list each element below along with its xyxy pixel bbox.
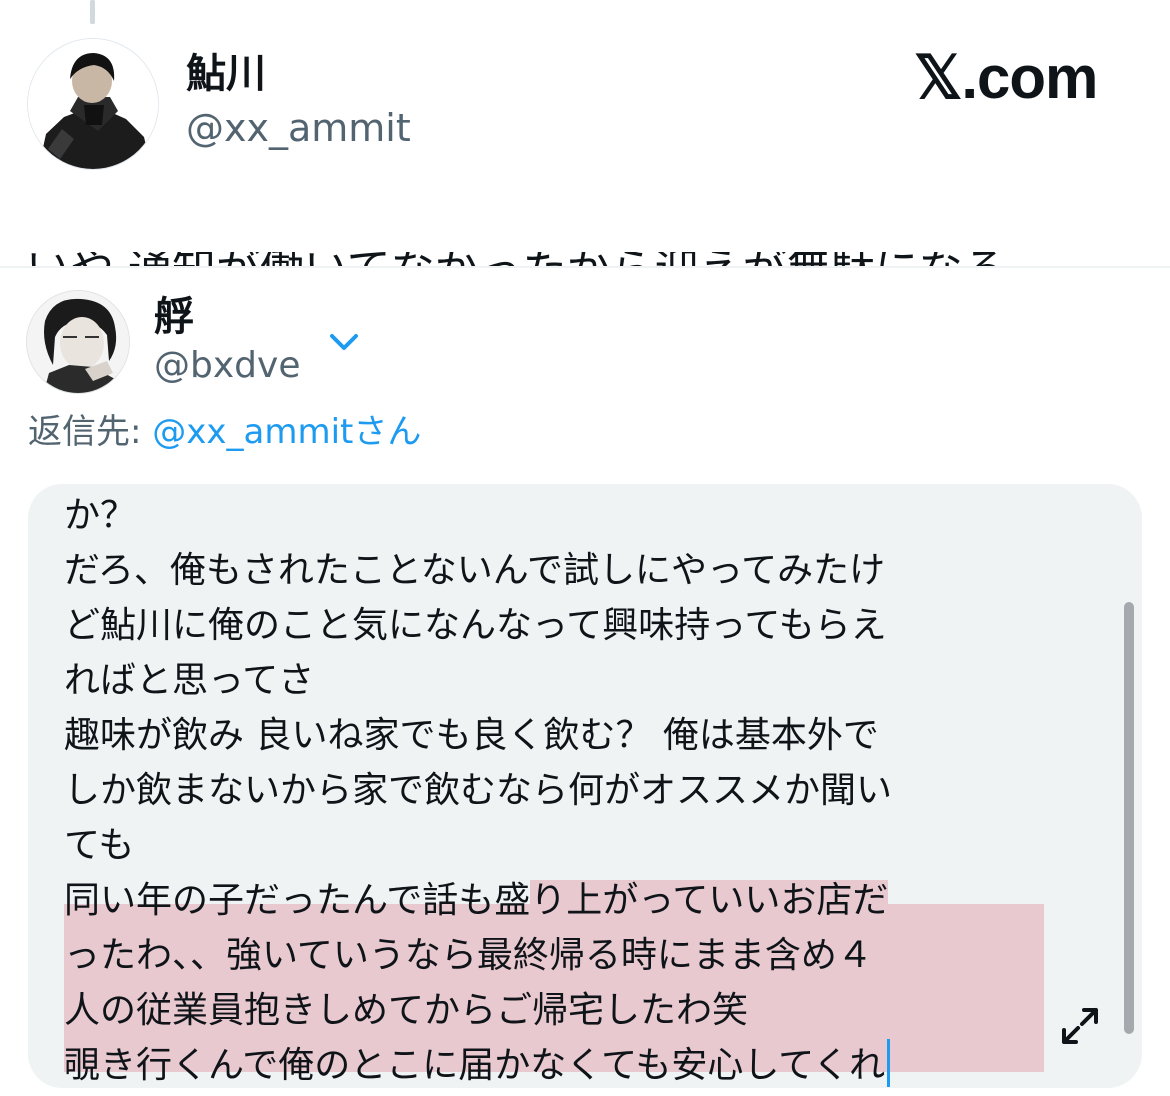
text-caret [887,1039,891,1087]
original-author-avatar[interactable] [27,38,159,170]
original-author-handle[interactable]: @xx_ammit [186,107,411,150]
expand-icon[interactable] [1056,1002,1104,1050]
reply-line-text: 覗き行くんで俺のとこに届かなくても安心してくれ [64,1045,886,1086]
reply-author-avatar[interactable] [26,290,130,394]
reply-line-highlighted: り上がっていいお店だ [530,880,889,921]
reply-line-plain: 同い年の子だったんで話も盛 [64,880,531,921]
reply-line: だろ、俺もされたことないんで試しにやってみたけ [64,550,886,591]
reply-author-handle[interactable]: @bxdve [154,346,300,386]
chevron-down-icon[interactable] [326,330,362,354]
reply-line: 人の従業員抱きしめてからご帰宅したわ笑 [64,990,749,1031]
thread-connector-line [90,0,95,24]
divider [0,266,1170,268]
reply-line: 趣味が飲み 良いね家でも良く飲む？ 俺は基本外で [64,715,879,756]
reply-to-line: 返信先: @xx_ammitさん [28,412,421,452]
reply-author-name[interactable]: 艀 [154,295,194,339]
reply-composer[interactable]: か？ だろ、俺もされたことないんで試しにやってみたけ ど鮎川に俺のこと気になんな… [28,484,1142,1088]
original-author-name[interactable]: 鮎川 [186,52,266,96]
reply-line: ても [64,825,135,866]
original-tweet-text-cut: いや 通知が働いてなかったから迎えが無駄になる [26,252,1146,266]
reply-to-suffix[interactable]: さん [353,412,421,452]
reply-line: しか飲まないから家で飲むなら何がオススメか聞い [64,770,893,811]
reply-line-last: 覗き行くんで俺のとこに届かなくても安心してくれ [64,1038,1044,1088]
reply-line: か？ [64,495,137,536]
reply-line: ればと思ってさ [64,660,315,701]
reply-text[interactable]: か？ だろ、俺もされたことないんで試しにやってみたけ ど鮎川に俺のこと気になんな… [64,488,1044,1088]
reply-line-partial-highlight: 同い年の子だったんで話も盛り上がっていいお店だ [64,873,1044,928]
x-logo: 𝕏.com [914,44,1098,111]
composer-scrollbar[interactable] [1124,602,1134,1034]
original-tweet-text: いや 通知が働いてなかったから迎えが無駄になる [26,252,1146,266]
reply-to-mention[interactable]: @xx_ammit [152,412,353,452]
reply-line: ったわ、、強いていうなら最終帰る時にまま含め４ [64,935,873,976]
reply-to-label: 返信先: [28,412,142,452]
reply-line: ど鮎川に俺のこと気になんなって興味持ってもらえ [64,605,887,646]
